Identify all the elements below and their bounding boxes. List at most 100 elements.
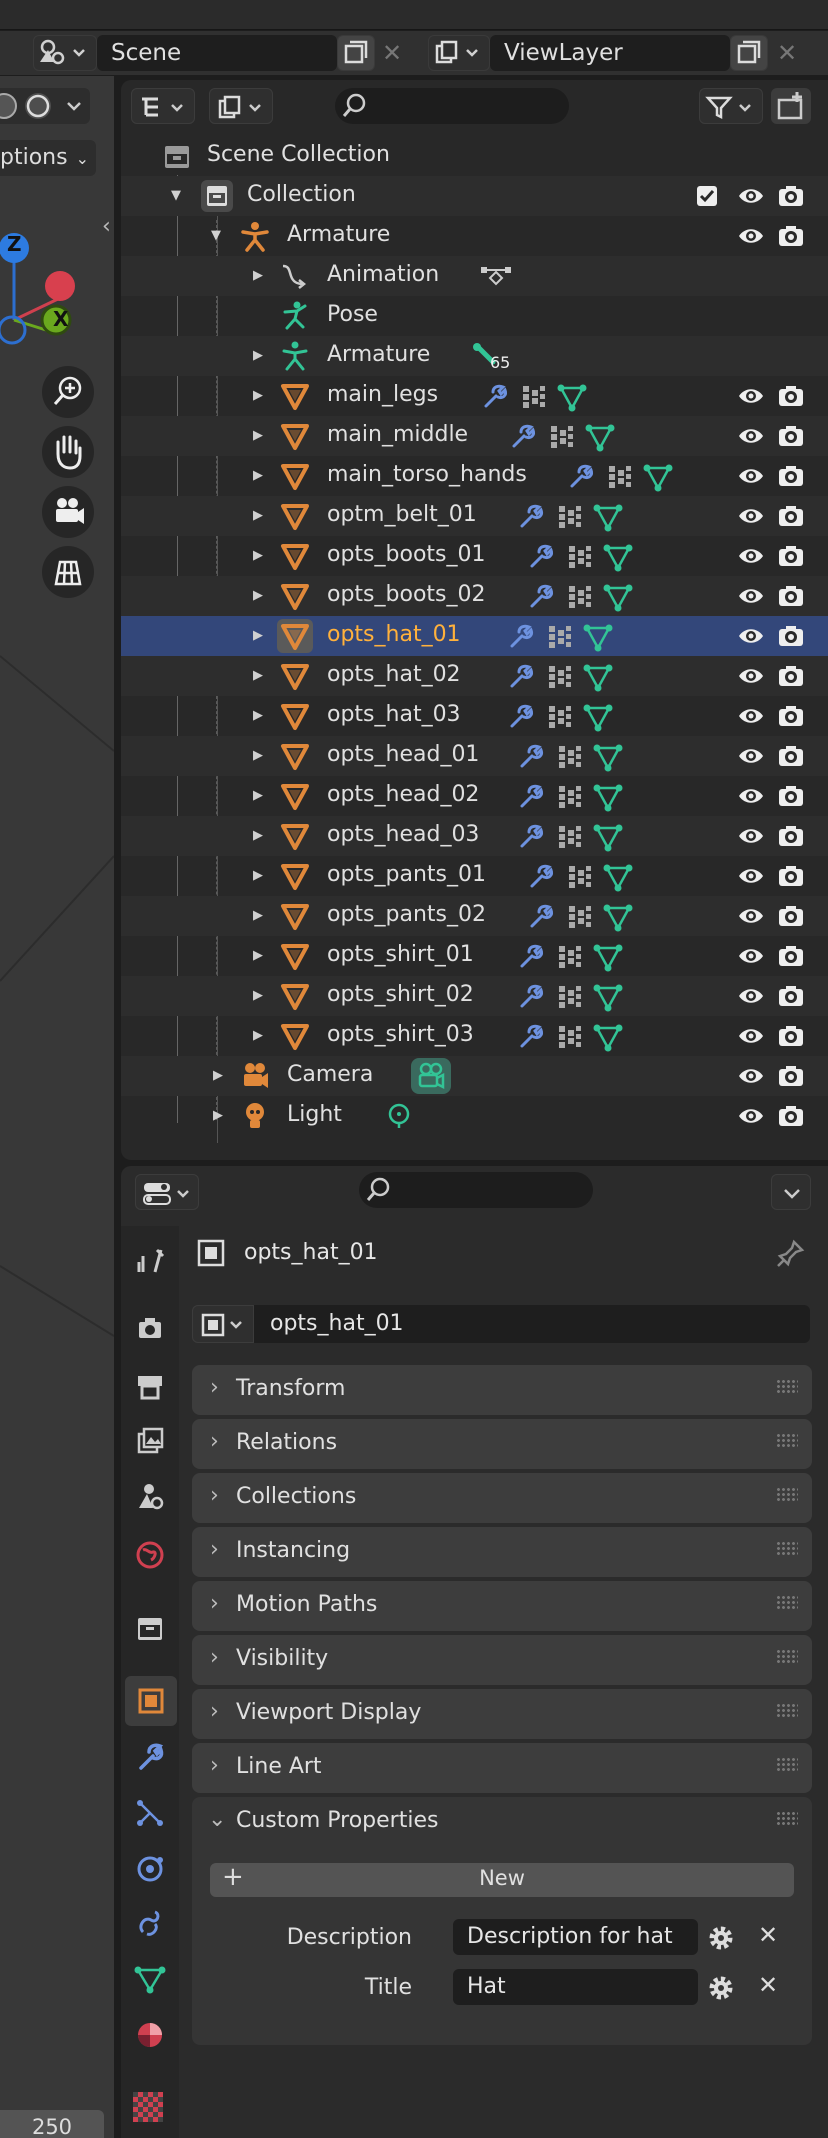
tree-row-mesh[interactable]: ▶ opts_boots_01 (121, 536, 828, 576)
outliner-search-input[interactable] (335, 88, 569, 124)
eye-icon[interactable] (737, 824, 765, 848)
panel-header[interactable]: › Motion Paths (192, 1581, 812, 1631)
eye-icon[interactable] (737, 984, 765, 1008)
modifier-wrench-icon[interactable] (517, 982, 545, 1010)
render-camera-icon[interactable] (777, 224, 805, 248)
panel-header[interactable]: › Visibility (192, 1635, 812, 1685)
modifier-wrench-icon[interactable] (507, 662, 535, 690)
collapsed-arrow-icon[interactable]: ▶ (253, 508, 263, 523)
viewlayer-browse-button[interactable] (428, 35, 490, 71)
physics-tab-icon[interactable] (133, 1852, 167, 1886)
modifier-wrench-icon[interactable] (517, 742, 545, 770)
collapse-arrow-icon[interactable]: ‹ (102, 214, 111, 239)
collapsed-arrow-icon[interactable]: ▶ (253, 948, 263, 963)
collapsed-arrow-icon[interactable]: ▶ (253, 348, 263, 363)
eye-icon[interactable] (737, 744, 765, 768)
drag-grip-icon[interactable] (776, 1811, 798, 1825)
frame-current-field[interactable]: 250 (0, 2110, 104, 2138)
vertex-groups-icon[interactable] (519, 382, 547, 410)
collapsed-arrow-icon[interactable]: ▶ (253, 468, 263, 483)
tree-row-animation[interactable]: ▶ Animation (121, 256, 828, 296)
3d-viewport[interactable]: ptions ⌄ Z X ‹ 250 (0, 76, 114, 2138)
render-camera-icon[interactable] (777, 944, 805, 968)
modifier-tab-icon[interactable] (133, 1740, 167, 1774)
render-camera-icon[interactable] (777, 504, 805, 528)
render-camera-icon[interactable] (777, 704, 805, 728)
mesh-data-icon[interactable] (593, 1022, 623, 1052)
vertex-groups-icon[interactable] (565, 902, 593, 930)
collapsed-arrow-icon[interactable]: ▶ (253, 908, 263, 923)
eye-icon[interactable] (737, 1024, 765, 1048)
mesh-data-tab-icon[interactable] (133, 1962, 167, 1996)
modifier-wrench-icon[interactable] (509, 422, 537, 450)
mesh-data-icon[interactable] (593, 982, 623, 1012)
mesh-data-icon[interactable] (603, 902, 633, 932)
properties-options-dropdown[interactable] (771, 1174, 811, 1210)
tool-tab-icon[interactable] (133, 1242, 167, 1276)
ortho-toggle-button[interactable] (42, 546, 94, 598)
collapsed-arrow-icon[interactable]: ▶ (253, 548, 263, 563)
mesh-data-icon[interactable] (593, 742, 623, 772)
expanded-arrow-icon[interactable]: ▼ (171, 188, 181, 203)
new-collection-button[interactable] (771, 88, 811, 124)
modifier-wrench-icon[interactable] (527, 862, 555, 890)
tree-row-collection[interactable]: ▼ Collection (121, 176, 828, 216)
constraints-tab-icon[interactable] (133, 1906, 167, 1940)
eye-icon[interactable] (737, 464, 765, 488)
render-camera-icon[interactable] (777, 664, 805, 688)
vertex-groups-icon[interactable] (555, 502, 583, 530)
collapsed-arrow-icon[interactable]: ▶ (253, 388, 263, 403)
drag-grip-icon[interactable] (776, 1487, 798, 1501)
object-browse-button[interactable] (192, 1305, 254, 1343)
render-camera-icon[interactable] (777, 984, 805, 1008)
tree-row-mesh[interactable]: ▶ opts_pants_02 (121, 896, 828, 936)
eye-icon[interactable] (737, 424, 765, 448)
panel-header[interactable]: › Collections (192, 1473, 812, 1523)
modifier-wrench-icon[interactable] (517, 822, 545, 850)
vertex-groups-icon[interactable] (545, 702, 573, 730)
panel-header[interactable]: › Transform (192, 1365, 812, 1415)
tree-row-mesh[interactable]: ▶ optm_belt_01 (121, 496, 828, 536)
render-camera-icon[interactable] (777, 904, 805, 928)
eye-icon[interactable] (737, 904, 765, 928)
eye-icon[interactable] (737, 704, 765, 728)
eye-icon[interactable] (737, 664, 765, 688)
eye-icon[interactable] (737, 544, 765, 568)
eye-icon[interactable] (737, 384, 765, 408)
delete-scene-icon[interactable]: ✕ (382, 39, 402, 67)
tree-row-armature-data[interactable]: ▶ Armature 65 (121, 336, 828, 376)
eye-icon[interactable] (737, 784, 765, 808)
output-tab-icon[interactable] (133, 1370, 167, 1404)
panel-header[interactable]: › Instancing (192, 1527, 812, 1577)
pan-button[interactable] (42, 426, 94, 478)
mesh-data-icon[interactable] (583, 662, 613, 692)
drag-grip-icon[interactable] (776, 1649, 798, 1663)
close-icon[interactable]: ✕ (758, 1921, 778, 1949)
tree-row-mesh[interactable]: ▶ opts_shirt_03 (121, 1016, 828, 1056)
scene-name-field[interactable]: Scene (97, 35, 337, 71)
filter-dropdown[interactable] (699, 88, 763, 124)
tree-row-mesh[interactable]: ▶ opts_head_02 (121, 776, 828, 816)
vertex-groups-icon[interactable] (545, 622, 573, 650)
render-camera-icon[interactable] (777, 744, 805, 768)
tree-row-light[interactable]: ▶ Light (121, 1096, 828, 1136)
collapsed-arrow-icon[interactable]: ▶ (253, 1028, 263, 1043)
collapsed-arrow-icon[interactable]: ▶ (253, 268, 263, 283)
tree-row-mesh[interactable]: ▶ opts_head_01 (121, 736, 828, 776)
checkbox-checked-icon[interactable] (697, 186, 717, 206)
drag-grip-icon[interactable] (776, 1757, 798, 1771)
mesh-data-icon[interactable] (585, 422, 615, 452)
collapsed-arrow-icon[interactable]: ▶ (253, 428, 263, 443)
mesh-data-icon[interactable] (593, 942, 623, 972)
delete-viewlayer-icon[interactable]: ✕ (777, 39, 797, 67)
editor-type-dropdown[interactable] (135, 1174, 199, 1210)
collapsed-arrow-icon[interactable]: ▶ (253, 788, 263, 803)
eye-icon[interactable] (737, 944, 765, 968)
vertex-groups-icon[interactable] (555, 1022, 583, 1050)
tree-row-scene-collection[interactable]: Scene Collection (121, 136, 828, 176)
render-camera-icon[interactable] (777, 544, 805, 568)
eye-icon[interactable] (737, 504, 765, 528)
render-camera-icon[interactable] (777, 1024, 805, 1048)
drag-grip-icon[interactable] (776, 1595, 798, 1609)
collapsed-arrow-icon[interactable]: ▶ (253, 668, 263, 683)
